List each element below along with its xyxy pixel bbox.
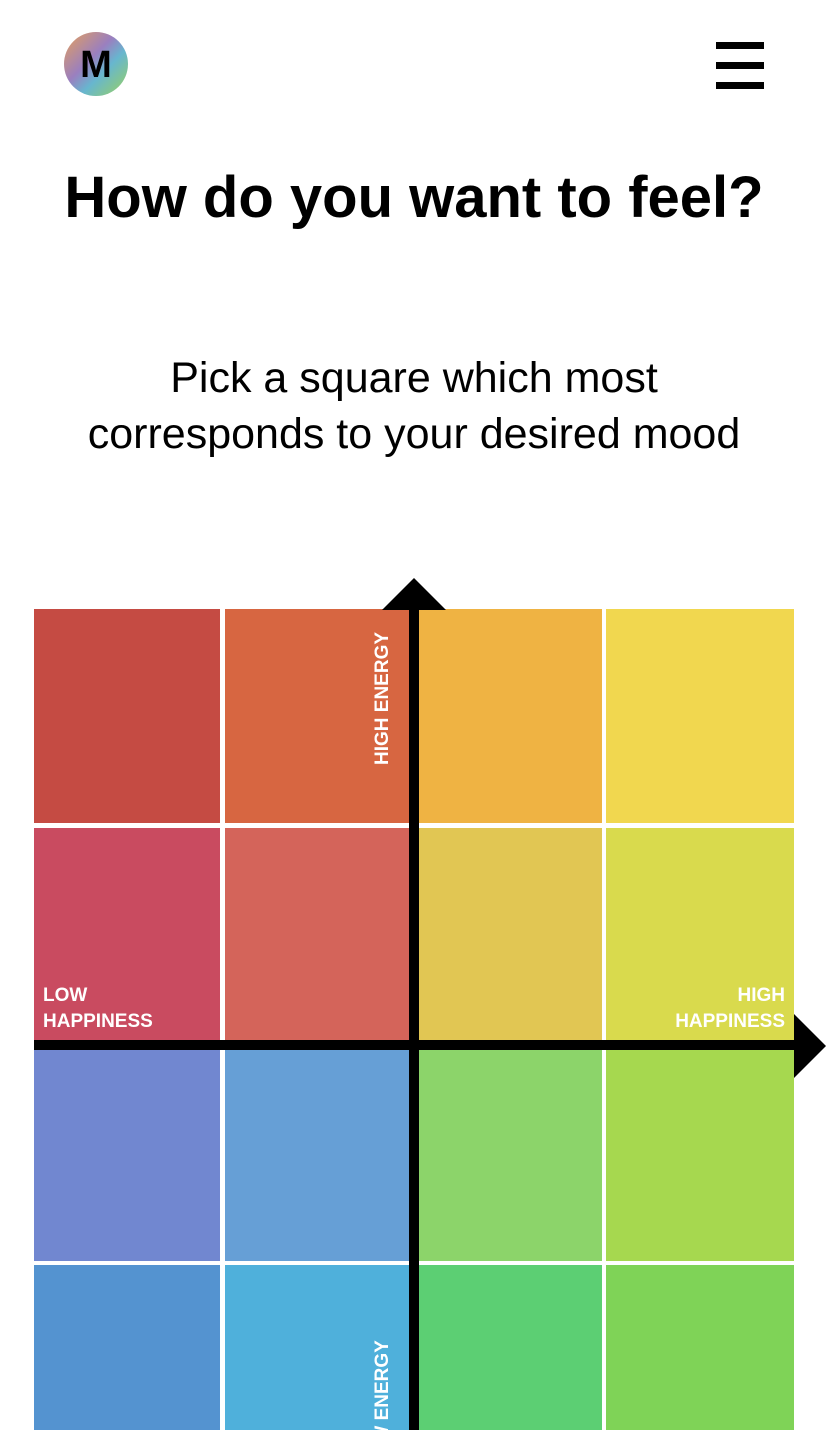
mood-picker-page: M How do you want to feel? Pick a square… — [0, 0, 828, 1430]
mood-square-r3-c4[interactable] — [606, 1050, 794, 1261]
mood-square-r1-c4[interactable] — [606, 609, 794, 823]
mood-square-r4-c1[interactable] — [34, 1265, 220, 1430]
page-title: How do you want to feel? — [64, 165, 764, 230]
mood-square-r4-c3[interactable] — [417, 1265, 602, 1430]
m-logo-icon[interactable]: M — [64, 32, 128, 96]
mood-square-r2-c4[interactable] — [606, 828, 794, 1044]
logo-letter: M — [80, 44, 112, 86]
energy-axis-arrow-up-icon — [382, 578, 446, 610]
mood-square-r4-c4[interactable] — [606, 1265, 794, 1430]
menu-bar-top — [716, 42, 764, 49]
mood-square-r4-c2[interactable] — [225, 1265, 410, 1430]
mood-grid — [34, 609, 794, 1430]
mood-square-r3-c2[interactable] — [225, 1050, 410, 1261]
hamburger-menu-icon[interactable] — [716, 42, 764, 90]
mood-square-r2-c3[interactable] — [417, 828, 602, 1044]
menu-bar-middle — [716, 62, 764, 69]
menu-bar-bottom — [716, 82, 764, 89]
mood-square-r2-c1[interactable] — [34, 828, 220, 1044]
mood-square-r3-c3[interactable] — [417, 1050, 602, 1261]
mood-square-r1-c1[interactable] — [34, 609, 220, 823]
mood-square-r3-c1[interactable] — [34, 1050, 220, 1261]
page-subtitle: Pick a square which most corresponds to … — [87, 354, 741, 458]
mood-square-r1-c3[interactable] — [417, 609, 602, 823]
mood-square-r1-c2[interactable] — [225, 609, 410, 823]
mood-square-r2-c2[interactable] — [225, 828, 410, 1044]
happiness-axis-arrow-right-icon — [794, 1014, 826, 1078]
